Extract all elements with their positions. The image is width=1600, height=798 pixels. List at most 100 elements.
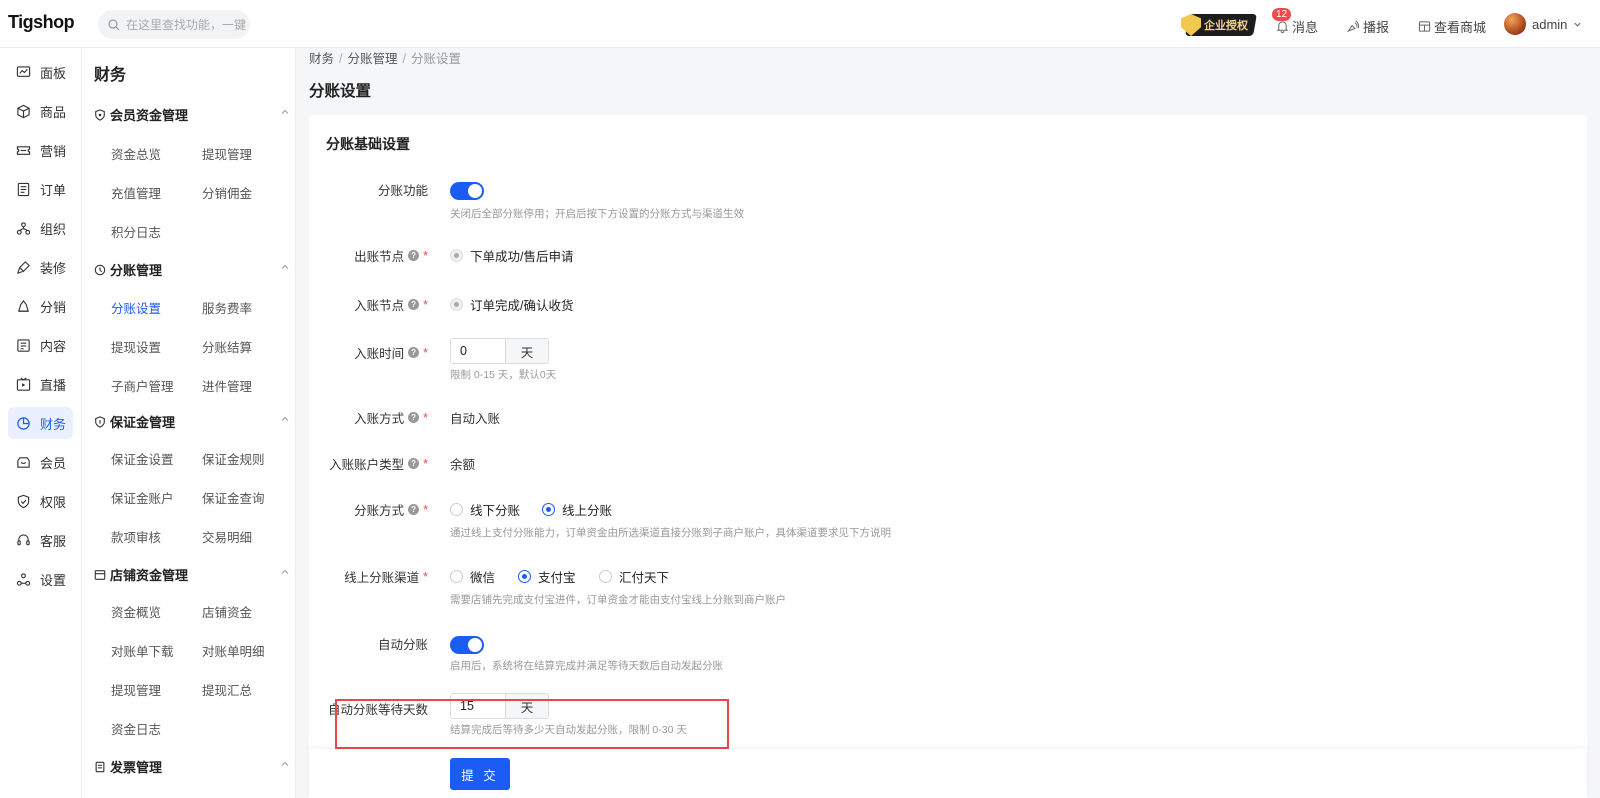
broadcast-icon (1346, 20, 1359, 33)
view-store-link[interactable]: 查看商城 (1418, 17, 1486, 36)
broadcast-link[interactable]: 播报 (1346, 17, 1389, 36)
chevron-up-icon (281, 569, 289, 574)
nav-item-orders[interactable]: 订单 (8, 173, 73, 205)
income-node-radio[interactable]: 订单完成/确认收货 (450, 295, 573, 314)
main-nav: 面板 商品 营销 订单 组织 装修 分销 内容 直播 财务 会员 权限 客服 设… (0, 48, 82, 798)
subnav-link[interactable]: 店铺资金 (202, 602, 252, 621)
subnav-link[interactable]: 分销佣金 (202, 183, 252, 202)
payout-node-radio[interactable]: 下单成功/售后申请 (450, 246, 573, 265)
subnav-link[interactable]: 积分日志 (111, 222, 161, 241)
subnav-link[interactable]: 资金日志 (111, 719, 161, 738)
subnav-link[interactable]: 提现设置 (111, 337, 161, 356)
finance-icon (17, 416, 30, 430)
invoice-icon (95, 761, 105, 772)
distribution-icon (18, 299, 29, 312)
brush-icon (16, 260, 30, 274)
nav-item-settings[interactable]: 设置 (8, 563, 73, 595)
nav-item-service[interactable]: 客服 (8, 524, 73, 556)
auto-split-label: 自动分账 (377, 638, 428, 652)
split-function-help: 关闭后全部分账停用；开启后按下方设置的分账方式与渠道生效 (450, 208, 744, 220)
search-icon (108, 18, 120, 31)
enterprise-auth-badge[interactable]: 企业授权 (1185, 14, 1257, 36)
help-icon: ? (408, 347, 420, 358)
store-icon (94, 569, 106, 580)
nav-item-content[interactable]: 内容 (8, 329, 73, 361)
chevron-up-icon (281, 109, 289, 114)
logo[interactable]: Tigshop (8, 12, 75, 33)
nav-item-member[interactable]: 会员 (8, 446, 73, 478)
subnav-link[interactable]: 资金总览 (111, 144, 161, 163)
radio-dot (450, 503, 463, 516)
nav-item-goods[interactable]: 商品 (8, 95, 73, 127)
store-icon (1418, 21, 1431, 32)
dashboard-icon (16, 65, 31, 77)
subnav-link-split-settings[interactable]: 分账设置 (111, 298, 161, 317)
subnav-link[interactable]: 提现汇总 (202, 680, 252, 699)
subnav-group-deposit[interactable]: 保证金管理 (94, 412, 290, 431)
subnav-link[interactable]: 充值管理 (111, 183, 161, 202)
subnav-link[interactable]: 分账结算 (202, 337, 252, 356)
breadcrumb-item[interactable]: 分账管理 (348, 52, 398, 66)
subnav-link[interactable]: 服务费率 (202, 298, 252, 317)
subnav-link[interactable]: 对账单明细 (202, 641, 265, 660)
settings-icon (16, 572, 31, 586)
subnav-link[interactable]: 款项审核 (111, 527, 161, 546)
search-box[interactable]: 在这里查找功能，一键直达 (98, 10, 250, 39)
subnav-link[interactable]: 保证金查询 (202, 488, 265, 507)
subnav-link[interactable]: 进件管理 (202, 376, 252, 395)
help-icon: ? (408, 504, 420, 515)
subnav-group-member-funds[interactable]: 会员资金管理 (94, 105, 290, 124)
split-method-radio-offline[interactable]: 线下分账 (450, 500, 520, 519)
subnav-group-split[interactable]: 分账管理 (94, 260, 290, 279)
split-method-radio-online[interactable]: 线上分账 (542, 500, 612, 519)
submit-button[interactable]: 提 交 (450, 758, 510, 790)
subnav-link[interactable]: 子商户管理 (111, 376, 174, 395)
live-icon (16, 376, 31, 391)
nav-item-permission[interactable]: 权限 (8, 485, 73, 517)
nav-item-dashboard[interactable]: 面板 (8, 56, 73, 88)
breadcrumb: 财务 / 分账管理 / 分账设置 (309, 52, 462, 66)
subnav-link[interactable]: 保证金规则 (202, 449, 265, 468)
nav-item-decoration[interactable]: 装修 (8, 251, 73, 283)
auto-split-switch[interactable] (450, 636, 484, 654)
channel-radio-huifu[interactable]: 汇付天下 (599, 567, 669, 586)
finance-subnav: 财务 会员资金管理 资金总览 提现管理 充值管理 分销佣金 积分日志 分账管理 … (82, 48, 296, 798)
subnav-link[interactable]: 提现管理 (111, 680, 161, 699)
subnav-link[interactable]: 交易明细 (202, 527, 252, 546)
account-type-value: 余额 (450, 458, 476, 472)
income-time-input-group: 天 (450, 338, 549, 364)
nav-item-live[interactable]: 直播 (8, 368, 73, 400)
ticket-icon (16, 145, 31, 155)
split-icon (94, 264, 106, 275)
subnav-group-invoice[interactable]: 发票管理 (94, 757, 290, 776)
subnav-link[interactable]: 保证金账户 (111, 488, 174, 507)
subnav-link[interactable]: 提现管理 (202, 144, 252, 163)
online-channel-help: 需要店铺先完成支付宝进件，订单资金才能由支付宝线上分账到商户账户 (450, 594, 786, 606)
nav-item-marketing[interactable]: 营销 (8, 134, 73, 166)
split-function-switch[interactable] (450, 182, 484, 200)
breadcrumb-item[interactable]: 财务 (309, 52, 334, 66)
settings-card: 分账基础设置 分账功能 关闭后全部分账停用；开启后按下方设置的分账方式与渠道生效… (309, 115, 1587, 798)
account-type-label: 入账账户类型? * (329, 456, 428, 473)
section-title: 分账基础设置 (326, 136, 410, 152)
subnav-group-store-funds[interactable]: 店铺资金管理 (94, 565, 290, 584)
split-method-label: 分账方式? * (354, 502, 428, 519)
radio-dot (542, 503, 555, 516)
breadcrumb-current: 分账设置 (411, 52, 462, 66)
subnav-link[interactable]: 资金概览 (111, 602, 161, 621)
income-time-input[interactable] (451, 339, 505, 363)
income-time-unit: 天 (505, 339, 548, 363)
channel-radio-wechat[interactable]: 微信 (450, 567, 495, 586)
income-method-label: 入账方式? * (354, 410, 428, 427)
messages-count-badge: 12 (1272, 8, 1292, 21)
subnav-link[interactable]: 对账单下载 (111, 641, 174, 660)
channel-radio-alipay[interactable]: 支付宝 (518, 567, 576, 586)
nav-item-organization[interactable]: 组织 (8, 212, 73, 244)
subnav-link[interactable]: 保证金设置 (111, 449, 174, 468)
income-node-label: 入账节点? * (354, 297, 428, 314)
nav-item-finance[interactable]: 财务 (8, 407, 73, 439)
nav-item-distribution[interactable]: 分销 (8, 290, 73, 322)
service-icon (17, 533, 30, 545)
avatar[interactable] (1504, 13, 1526, 35)
user-menu[interactable]: admin (1532, 17, 1582, 32)
